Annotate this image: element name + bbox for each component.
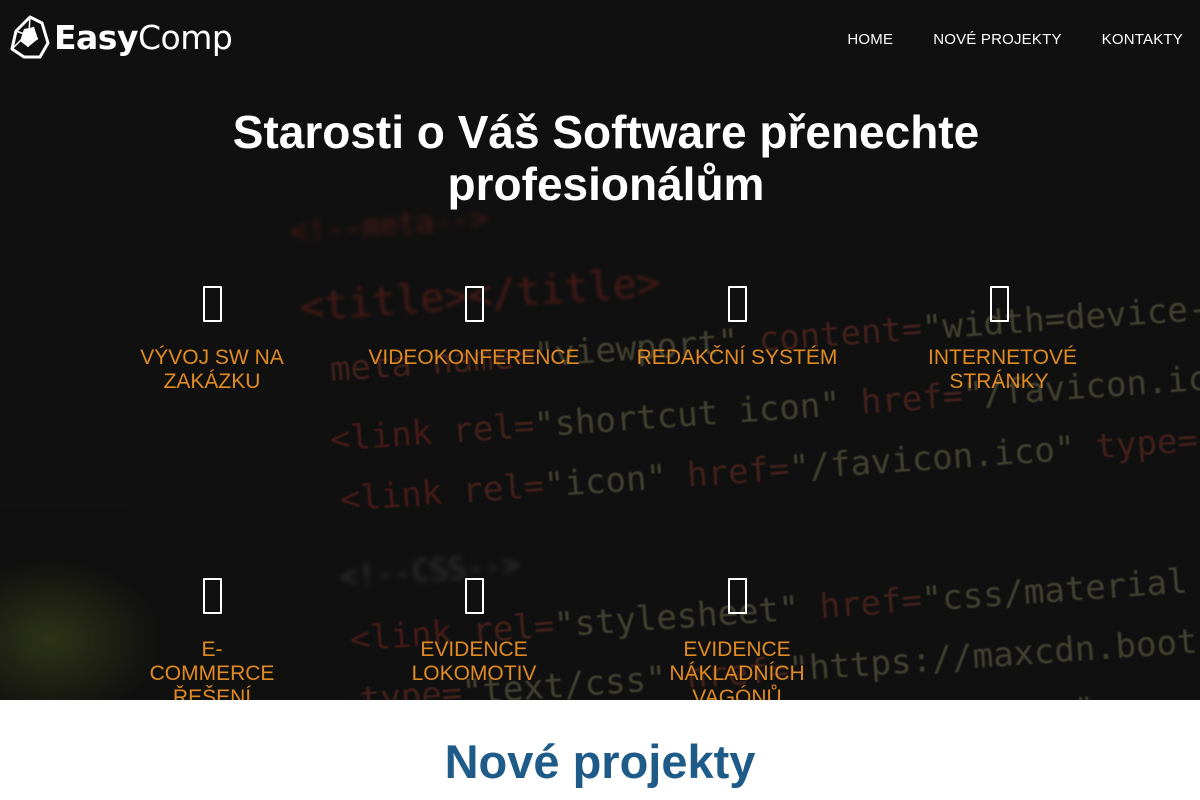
service-label: VIDEOKONFERENCE [368, 346, 580, 369]
service-label: EVIDENCE NÁKLADNÍCH VAGÓNŮ [669, 638, 805, 700]
service-icon [202, 286, 222, 322]
service-label: E-COMMERCE ŘEŠENÍ [149, 638, 275, 700]
service-custom-sw[interactable]: VÝVOJ SW NA ZAKÁZKU [81, 286, 343, 394]
main-nav: HOME NOVÉ PROJEKTY KONTAKTY [847, 31, 1183, 48]
hero-headline-text: Starosti o Váš Software přenechte profes… [232, 106, 980, 210]
logo-text: EasyComp [54, 17, 233, 57]
nav-new-projects-link[interactable]: NOVÉ PROJEKTY [933, 31, 1061, 48]
service-icon [989, 286, 1009, 322]
service-videoconference[interactable]: VIDEOKONFERENCE [343, 286, 605, 370]
service-wagons[interactable]: EVIDENCE NÁKLADNÍCH VAGÓNŮ [606, 578, 868, 700]
logo-text-easy: Easy [54, 17, 138, 57]
service-label: INTERNETOVÉ STRÁNKY [928, 346, 1077, 393]
service-icon [727, 578, 747, 614]
service-websites[interactable]: INTERNETOVÉ STRÁNKY [868, 286, 1130, 394]
new-projects-title: Nové projekty [444, 735, 756, 788]
service-label: EVIDENCE LOKOMOTIV [411, 638, 537, 685]
service-icon [464, 578, 484, 614]
service-ecommerce[interactable]: E-COMMERCE ŘEŠENÍ [81, 578, 343, 700]
hero-section: <!--meta--> <title></title> meta name="v… [0, 0, 1200, 700]
service-icon [464, 286, 484, 322]
logo-text-comp: Comp [137, 17, 233, 57]
service-cms[interactable]: REDAKČNÍ SYSTÉM [606, 286, 868, 370]
hero-headline: Starosti o Váš Software přenechte profes… [0, 106, 1200, 210]
service-label: VÝVOJ SW NA ZAKÁZKU [140, 346, 284, 393]
logo-mark-icon [10, 15, 50, 59]
service-icon [202, 578, 222, 614]
logo[interactable]: EasyComp [10, 14, 233, 60]
service-icon [727, 286, 747, 322]
service-locomotives[interactable]: EVIDENCE LOKOMOTIV [343, 578, 605, 686]
nav-contacts-link[interactable]: KONTAKTY [1102, 31, 1183, 48]
service-label: REDAKČNÍ SYSTÉM [636, 346, 838, 369]
nav-home-link[interactable]: HOME [847, 31, 893, 48]
